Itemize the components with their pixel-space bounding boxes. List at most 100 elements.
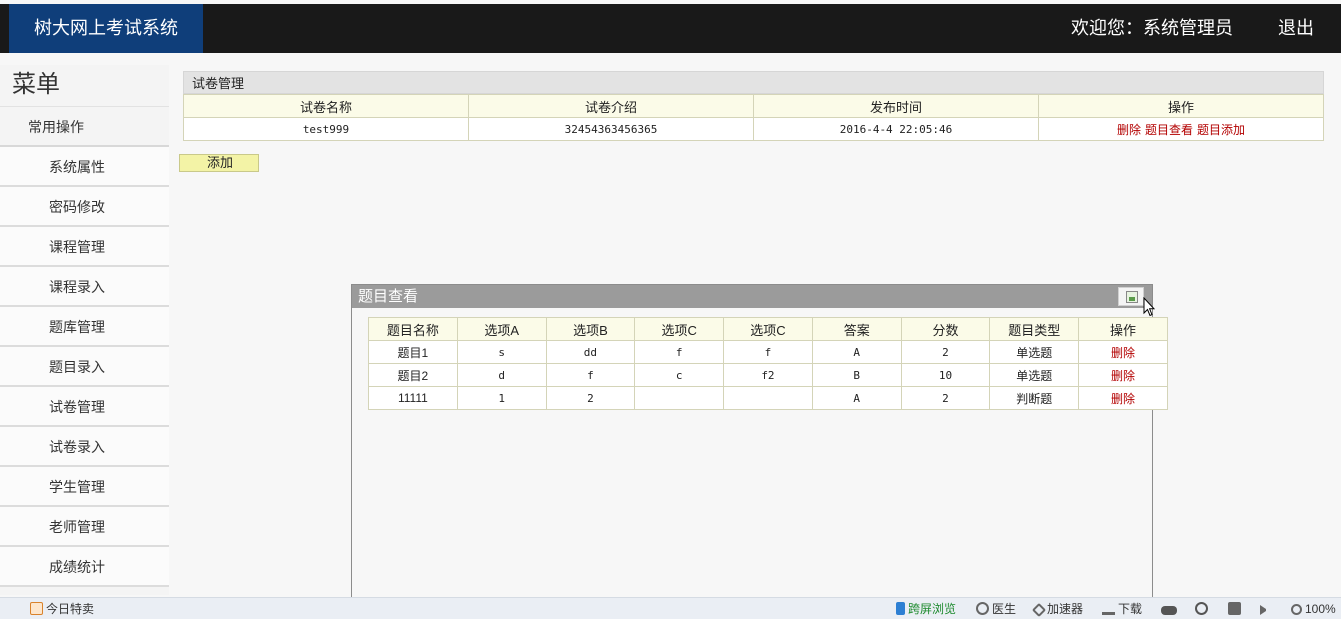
- logout-link[interactable]: 退出: [1278, 4, 1314, 53]
- option-b-cell: f: [545, 363, 636, 387]
- deals-item[interactable]: 今日特卖: [30, 598, 94, 619]
- column-header: 题目名称: [368, 317, 458, 341]
- column-header: 操作: [1038, 94, 1324, 118]
- sidebar-item-paper-management[interactable]: 试卷管理: [0, 387, 169, 427]
- question-view-dialog: 题目查看 题目名称 选项A 选项B 选项C 选项C 答案 分数 题目类型 操作 …: [351, 284, 1168, 600]
- paper-table: 试卷名称 试卷介绍 发布时间 操作 test999 32454363456365…: [183, 94, 1324, 141]
- gift-icon: [30, 602, 43, 615]
- score-cell: 2: [900, 386, 991, 410]
- column-header: 答案: [811, 317, 902, 341]
- app-title: 树大网上考试系统: [9, 4, 203, 53]
- question-name-cell: 题目2: [368, 363, 458, 387]
- dialog-title: 题目查看: [352, 285, 1152, 308]
- sidebar-item-question-entry[interactable]: 题目录入: [0, 347, 169, 387]
- add-paper-button[interactable]: 添加: [179, 154, 259, 172]
- column-header: 选项B: [545, 317, 636, 341]
- cross-screen-item[interactable]: 跨屏浏览: [896, 598, 956, 619]
- refresh-icon[interactable]: [1195, 598, 1211, 619]
- question-type-cell: 单选题: [989, 363, 1080, 387]
- answer-cell: B: [811, 363, 902, 387]
- sidebar-item-student-management[interactable]: 学生管理: [0, 467, 169, 507]
- phone-icon: [896, 602, 905, 615]
- option-c-cell: [634, 386, 725, 410]
- option-c-cell: c: [634, 363, 725, 387]
- table-row: 11111 1 2 A 2 判断题 删除: [368, 386, 1168, 410]
- action-cell: 删除: [1078, 386, 1168, 410]
- column-header: 选项C: [723, 317, 813, 341]
- question-name-cell: 题目1: [368, 340, 458, 364]
- sidebar-item-score-statistics[interactable]: 成绩统计: [0, 547, 169, 587]
- column-header: 题目类型: [989, 317, 1080, 341]
- option-a-cell: s: [456, 340, 547, 364]
- question-type-cell: 判断题: [989, 386, 1080, 410]
- panel-title: 试卷管理: [183, 71, 1324, 94]
- column-header: 选项A: [456, 317, 547, 341]
- sidebar-item-paper-entry[interactable]: 试卷录入: [0, 427, 169, 467]
- sidebar-item-change-password[interactable]: 密码修改: [0, 187, 169, 227]
- doctor-item[interactable]: 医生: [976, 598, 1016, 619]
- menu-title: 菜单: [0, 65, 169, 107]
- column-header: 试卷介绍: [468, 94, 754, 118]
- option-b-cell: dd: [545, 340, 636, 364]
- zoom-item[interactable]: 100%: [1291, 598, 1336, 619]
- table-row: test999 32454363456365 2016-4-4 22:05:46…: [183, 117, 1324, 141]
- mouse-cursor-icon: [1143, 297, 1155, 317]
- actions-cell: 删除 题目查看 题目添加: [1038, 117, 1324, 141]
- question-name-cell: 11111: [368, 386, 458, 410]
- download-item[interactable]: 下载: [1102, 598, 1142, 619]
- paper-intro-cell: 32454363456365: [468, 117, 754, 141]
- download-icon: [1102, 602, 1115, 615]
- option-a-cell: 1: [456, 386, 547, 410]
- close-image-icon[interactable]: [1118, 287, 1144, 306]
- top-bar: 树大网上考试系统 欢迎您：系统管理员 退出: [0, 4, 1341, 53]
- menu-group-common[interactable]: 常用操作: [0, 107, 169, 147]
- speaker-icon[interactable]: [1260, 598, 1269, 619]
- option-c-cell: f: [634, 340, 725, 364]
- score-cell: 2: [900, 340, 991, 364]
- column-header: 操作: [1078, 317, 1168, 341]
- delete-question-link[interactable]: 删除: [1111, 392, 1135, 406]
- sidebar-menu: 菜单 常用操作 系统属性 密码修改 课程管理 课程录入 题库管理 题目录入 试卷…: [0, 65, 169, 595]
- question-type-cell: 单选题: [989, 340, 1080, 364]
- rocket-icon: [1031, 602, 1047, 618]
- action-cell: 删除: [1078, 340, 1168, 364]
- action-cell: 删除: [1078, 363, 1168, 387]
- accelerator-item[interactable]: 加速器: [1031, 598, 1084, 619]
- sidebar-item-teacher-management[interactable]: 老师管理: [0, 507, 169, 547]
- sidebar-item-system-properties[interactable]: 系统属性: [0, 147, 169, 187]
- download-label: 下载: [1118, 602, 1143, 616]
- delete-question-link[interactable]: 删除: [1111, 369, 1135, 383]
- accelerator-label: 加速器: [1047, 602, 1084, 616]
- option-b-cell: 2: [545, 386, 636, 410]
- doctor-label: 医生: [992, 602, 1017, 616]
- window-icon[interactable]: [1228, 598, 1244, 619]
- deals-label: 今日特卖: [46, 602, 95, 616]
- column-header: 试卷名称: [183, 94, 469, 118]
- table-row: 题目1 s dd f f A 2 单选题 删除: [368, 340, 1168, 364]
- question-table: 题目名称 选项A 选项B 选项C 选项C 答案 分数 题目类型 操作 题目1 s…: [368, 317, 1168, 410]
- option-d-cell: [723, 386, 813, 410]
- sidebar-item-course-entry[interactable]: 课程录入: [0, 267, 169, 307]
- score-cell: 10: [900, 363, 991, 387]
- column-header: 选项C: [634, 317, 725, 341]
- cross-screen-label: 跨屏浏览: [908, 602, 957, 616]
- option-d-cell: f: [723, 340, 813, 364]
- sidebar-item-course-management[interactable]: 课程管理: [0, 227, 169, 267]
- add-question-link[interactable]: 题目添加: [1197, 123, 1245, 137]
- view-questions-link[interactable]: 题目查看: [1145, 123, 1193, 137]
- sidebar-item-question-bank[interactable]: 题库管理: [0, 307, 169, 347]
- option-d-cell: f2: [723, 363, 813, 387]
- delete-link[interactable]: 删除: [1117, 123, 1141, 137]
- column-header: 发布时间: [753, 94, 1039, 118]
- answer-cell: A: [811, 386, 902, 410]
- doctor-icon: [976, 602, 989, 615]
- paper-management-panel: 试卷管理 试卷名称 试卷介绍 发布时间 操作 test999 324543634…: [183, 71, 1324, 141]
- publish-time-cell: 2016-4-4 22:05:46: [753, 117, 1039, 141]
- option-a-cell: d: [456, 363, 547, 387]
- browser-status-bar: 今日特卖 跨屏浏览 医生 加速器 下载 100%: [0, 597, 1341, 619]
- table-row: 题目2 d f c f2 B 10 单选题 删除: [368, 363, 1168, 387]
- column-header: 分数: [900, 317, 991, 341]
- delete-question-link[interactable]: 删除: [1111, 346, 1135, 360]
- welcome-text: 欢迎您：系统管理员: [1071, 18, 1233, 38]
- ie-icon[interactable]: [1161, 598, 1180, 619]
